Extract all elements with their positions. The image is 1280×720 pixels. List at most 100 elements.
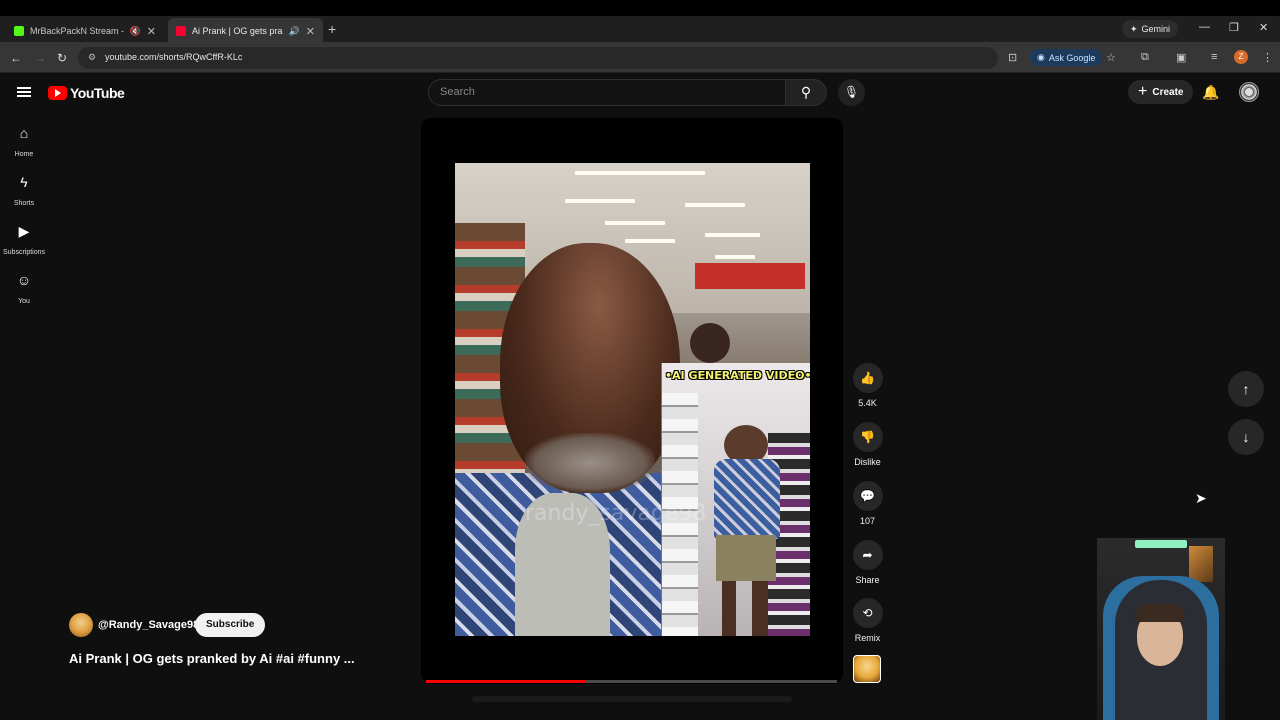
inset-man-body [714, 459, 780, 539]
audio-playing-icon[interactable]: 🔊 [289, 26, 300, 37]
search-icon: ⚲ [800, 84, 812, 100]
browser-tab-youtube[interactable]: Ai Prank | OG gets pranked 🔊 ✕ [168, 18, 323, 44]
close-tab-icon[interactable]: ✕ [306, 25, 315, 38]
tab-title: MrBackPackN Stream - Wa [30, 26, 124, 36]
streamer-hair [1135, 604, 1185, 622]
previous-short-button[interactable]: ↑ [1228, 371, 1264, 407]
comments-button[interactable]: 💬 107 [849, 481, 886, 526]
sidebar-item-subscriptions[interactable]: ▶ Subscriptions [0, 223, 48, 259]
mouse-cursor-icon: ➤ [1195, 490, 1207, 506]
webcam-overlay-tag [1135, 540, 1187, 548]
inset-man-shorts [716, 535, 776, 581]
arrow-down-icon: ↓ [1242, 429, 1250, 445]
maximize-icon[interactable]: ❐ [1229, 21, 1239, 34]
search-button[interactable]: ⚲ [785, 79, 827, 106]
youtube-favicon-icon [176, 26, 186, 36]
dislike-label: Dislike [854, 457, 881, 467]
you-icon: ☺ [16, 272, 32, 288]
minimize-icon[interactable]: — [1199, 21, 1210, 33]
muted-icon[interactable]: 🔇 [130, 26, 141, 37]
site-info-icon[interactable]: ⚙ [88, 52, 96, 63]
ask-google-label: Ask Google [1048, 52, 1096, 63]
sidebar-label: Shorts [13, 200, 35, 207]
share-button[interactable]: ➦ Share [849, 540, 886, 585]
create-button[interactable]: + Create [1128, 80, 1194, 104]
share-label: Share [855, 575, 880, 585]
wall-poster [1189, 546, 1213, 582]
install-app-icon[interactable]: ⊡ [1008, 51, 1017, 64]
remix-icon: ⟲ [852, 598, 883, 628]
youtube-play-icon [48, 86, 67, 100]
video-content[interactable]: •AI GENERATED VIDEO• randy_savage98 [455, 163, 810, 636]
youtube-logo[interactable]: YouTube [48, 85, 125, 101]
dislike-button[interactable]: 👎 Dislike [849, 422, 886, 467]
sidepanel-icon[interactable]: ▣ [1176, 51, 1186, 64]
close-window-icon[interactable]: ✕ [1259, 21, 1268, 34]
create-label: Create [1152, 86, 1184, 98]
thumbs-down-icon: 👎 [852, 422, 883, 452]
bookmark-star-icon[interactable]: ☆ [1106, 51, 1116, 64]
sidebar-label: You [18, 298, 30, 305]
ceiling-light [575, 171, 705, 175]
home-icon: ⌂ [19, 125, 29, 141]
remix-button[interactable]: ⟲ Remix [849, 598, 886, 643]
ai-generated-overlay: •AI GENERATED VIDEO• [665, 369, 810, 382]
gemini-button[interactable]: ✦ Gemini [1122, 20, 1179, 38]
profile-avatar[interactable]: Z [1234, 50, 1248, 64]
back-icon[interactable]: ← [10, 51, 22, 65]
ceiling-light [715, 255, 755, 259]
background-person [690, 323, 730, 363]
new-tab-button[interactable]: + [328, 21, 336, 37]
sparkle-icon: ✦ [1130, 23, 1138, 34]
microphone-icon: 🎙 [843, 85, 860, 99]
inset-man-legs [722, 581, 768, 636]
ai-generated-inset [661, 363, 810, 636]
kick-favicon-icon [14, 26, 24, 36]
reload-icon[interactable]: ↻ [57, 51, 67, 65]
thumbs-up-icon: 👍 [852, 363, 883, 393]
channel-name[interactable]: @Randy_Savage98 [98, 619, 199, 631]
subscriptions-icon: ▶ [18, 223, 30, 239]
hamburger-menu-icon[interactable] [17, 87, 31, 97]
ceiling-light [685, 203, 745, 207]
extensions-icon[interactable]: ⧉ [1141, 51, 1149, 64]
menu-kebab-icon[interactable]: ⋮ [1262, 51, 1273, 64]
sidebar-label: Subscriptions [2, 249, 46, 256]
url-text[interactable]: youtube.com/shorts/RQwCffR-KLc [105, 52, 242, 62]
like-button[interactable]: 👍 5.4K [849, 363, 886, 408]
video-progress-fill [426, 680, 587, 683]
sidebar-label: Home [14, 151, 34, 158]
channel-avatar[interactable] [69, 613, 93, 637]
tab-title: Ai Prank | OG gets pranked [192, 26, 283, 36]
media-control-icon[interactable]: ≡ [1211, 51, 1217, 63]
sidebar-item-home[interactable]: ⌂ Home [0, 125, 48, 161]
like-count: 5.4K [858, 398, 877, 408]
video-progress-bar[interactable] [426, 680, 837, 683]
share-arrow-icon: ➦ [852, 540, 883, 570]
sound-source-thumbnail[interactable] [853, 655, 881, 683]
video-title[interactable]: Ai Prank | OG gets pranked by Ai #ai #fu… [69, 651, 355, 666]
player-bottom-bar [472, 696, 792, 702]
arrow-up-icon: ↑ [1242, 381, 1250, 397]
search-input[interactable]: Search [428, 79, 786, 106]
store-sign [695, 263, 805, 289]
ceiling-light [705, 233, 760, 237]
streamer-webcam [1097, 538, 1225, 720]
subscribe-button[interactable]: Subscribe [195, 613, 266, 637]
lens-icon: ◉ [1037, 52, 1045, 62]
close-tab-icon[interactable]: ✕ [147, 25, 156, 38]
sidebar-item-shorts[interactable]: ϟ Shorts [0, 174, 48, 210]
next-short-button[interactable]: ↓ [1228, 419, 1264, 455]
forward-icon[interactable]: → [34, 51, 46, 65]
voice-search-button[interactable]: 🎙 [838, 79, 865, 106]
account-avatar[interactable] [1239, 82, 1259, 102]
ask-google-button[interactable]: ◉ Ask Google [1030, 49, 1103, 66]
remix-label: Remix [854, 633, 881, 643]
notifications-bell-icon[interactable]: 🔔 [1202, 84, 1219, 101]
sidebar-item-you[interactable]: ☺ You [0, 272, 48, 308]
logo-text: YouTube [70, 85, 125, 101]
comment-count: 107 [859, 516, 876, 526]
tiktok-watermark: randy_savage98 [525, 501, 707, 526]
comment-icon: 💬 [852, 481, 883, 511]
browser-tab-kick[interactable]: MrBackPackN Stream - Wa 🔇 ✕ [6, 18, 164, 44]
